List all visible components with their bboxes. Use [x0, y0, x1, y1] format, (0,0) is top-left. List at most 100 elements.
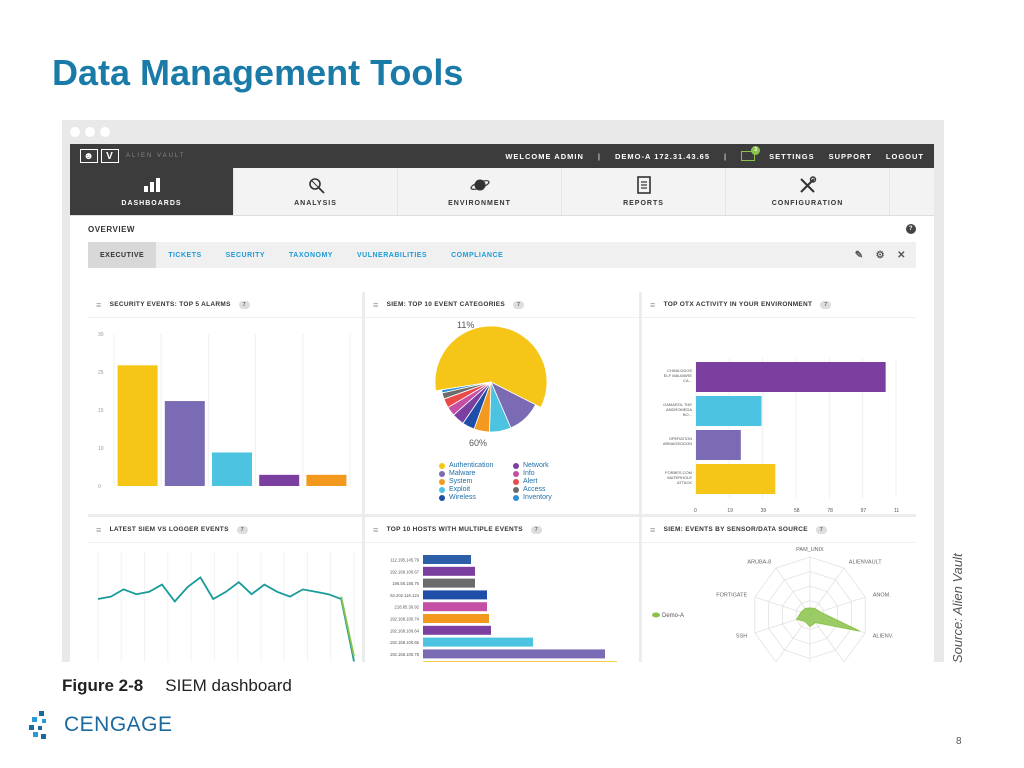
pie-annotation: 11% — [457, 320, 474, 330]
menu-icon[interactable]: ≡ — [373, 300, 379, 310]
radar-axis-label: SSH — [736, 633, 747, 639]
subtab-tickets[interactable]: TICKETS — [156, 242, 213, 268]
y-tick-label: 25 — [98, 370, 104, 376]
legend-item[interactable]: Info — [513, 470, 587, 477]
planet-icon — [469, 179, 490, 191]
panel-sensor-sources: ≡ SIEM: EVENTS BY SENSOR/DATA SOURCE 7 PAM… — [642, 517, 916, 662]
panel-badge[interactable]: 7 — [820, 300, 832, 309]
host-text: DEMO-A 172.31.43.65 — [615, 151, 711, 161]
help-icon[interactable]: ? — [906, 224, 916, 234]
nav-tab-label: DASHBOARDS — [121, 200, 182, 207]
legend-label: Alert — [523, 478, 538, 485]
legend-item[interactable]: Wireless — [439, 494, 513, 501]
y-tick-label: 15 — [98, 408, 104, 414]
bar-chart-icon — [143, 178, 160, 192]
x-tick-label: 78 — [827, 508, 833, 514]
legend-item[interactable]: Exploit — [439, 486, 513, 493]
mail-icon[interactable]: 3 — [741, 146, 761, 161]
window-dot-close[interactable] — [70, 127, 80, 137]
subtab-compliance[interactable]: COMPLIANCE — [439, 242, 515, 268]
menu-icon[interactable]: ≡ — [96, 525, 102, 535]
nav-tab-label: ENVIRONMENT — [448, 200, 511, 207]
legend-label: Inventory — [523, 494, 552, 501]
alarm-bar — [117, 365, 158, 486]
panel-badge[interactable]: 7 — [530, 525, 542, 534]
legend-item[interactable]: System — [439, 478, 513, 485]
legend-item[interactable]: Alert — [513, 478, 587, 485]
legend-label: Access — [523, 486, 546, 493]
brand-name: CENGAGE — [64, 713, 173, 736]
legend-swatch — [513, 478, 519, 485]
subtab-taxonomy[interactable]: TAXONOMY — [277, 242, 345, 268]
nav-tab-label: ANALYSIS — [294, 200, 337, 207]
radar-axis-label: FORTIGATE — [716, 593, 747, 599]
settings-link[interactable]: SETTINGS — [769, 152, 815, 161]
radar-axis-label: ANOM. — [873, 593, 892, 599]
menu-icon[interactable]: ≡ — [650, 525, 656, 535]
host-label: 192.168.100.67 — [390, 569, 420, 574]
otx-bar — [696, 362, 886, 392]
host-label: 192.168.100.74 — [390, 617, 420, 622]
menu-icon[interactable]: ≡ — [96, 300, 102, 310]
cengage-mark-icon — [29, 711, 46, 739]
panel-badge[interactable]: 7 — [513, 300, 525, 309]
legend-item[interactable]: Authentication — [439, 462, 513, 469]
radar-legend-label: Demo-A — [662, 613, 684, 619]
nav-tab-configuration[interactable]: CONFIGURATION — [726, 168, 890, 215]
otx-bar — [696, 464, 776, 494]
document-icon — [636, 176, 651, 194]
nav-tab-dashboards[interactable]: DASHBOARDS — [70, 168, 234, 215]
menu-icon[interactable]: ≡ — [650, 300, 656, 310]
legend-label: Info — [523, 470, 535, 477]
radar-axis-label: ALIENVAULT — [849, 560, 882, 566]
host-bar — [423, 555, 471, 564]
divider: | — [724, 151, 728, 161]
host-bar — [423, 566, 475, 576]
nav-tab-environment[interactable]: ENVIRONMENT — [398, 168, 562, 215]
legend-swatch — [439, 486, 445, 493]
panel-badge[interactable]: 7 — [815, 525, 827, 534]
window-dot-minimize[interactable] — [85, 127, 95, 137]
pencil-icon[interactable]: ✎ — [855, 250, 864, 261]
legend-label: Network — [523, 462, 549, 469]
nav-tab-reports[interactable]: REPORTS — [562, 168, 726, 215]
legend-item[interactable]: Malware — [439, 470, 513, 477]
legend-swatch — [513, 470, 519, 477]
y-tick-label: 0 — [98, 484, 101, 490]
y-tick-label: 30 — [98, 332, 104, 338]
legend-item[interactable]: Access — [513, 486, 587, 493]
welcome-text: WELCOME ADMIN — [505, 151, 584, 161]
logout-link[interactable]: LOGOUT — [886, 152, 924, 161]
figure-text: SIEM dashboard — [165, 676, 292, 695]
alarm-bar — [212, 452, 252, 486]
legend-swatch — [439, 478, 445, 485]
menu-icon[interactable]: ≡ — [373, 525, 379, 535]
cengage-logo: CENGAGE — [28, 710, 173, 740]
panel-badge[interactable]: 7 — [238, 300, 250, 309]
alienvault-logo[interactable]: ☻ V ALIEN VAULT — [80, 149, 185, 163]
gear-icon[interactable]: ⚙ — [876, 250, 885, 261]
window-dot-maximize[interactable] — [100, 127, 110, 137]
v-logo-icon: V — [101, 149, 119, 163]
category-label: ARMAGEDDON — [663, 441, 692, 446]
legend-item[interactable]: Network — [513, 462, 587, 469]
divider: | — [597, 151, 601, 161]
mail-count-badge: 3 — [751, 146, 761, 155]
logger-series-line — [340, 596, 355, 657]
panel-event-categories: ≡ SIEM: TOP 10 EVENT CATEGORIES 7 11% 60% A… — [365, 292, 639, 514]
nav-tab-analysis[interactable]: ANALYSIS — [234, 168, 398, 215]
support-link[interactable]: SUPPORT — [829, 152, 872, 161]
hosts-bar-chart: 112.195.145.79 192.168.100.67 198.55.185.7… — [390, 555, 617, 662]
subtab-security[interactable]: SECURITY — [214, 242, 277, 268]
subtab-executive[interactable]: EXECUTIVE — [88, 242, 157, 268]
panel-logger-events: ≡ LATEST SIEM VS LOGGER EVENTS 7 — [88, 517, 362, 662]
expand-icon[interactable]: ✕ — [897, 250, 906, 261]
legend-label: Wireless — [449, 494, 476, 501]
dashboard-screenshot: ☻ V ALIEN VAULT WELCOME ADMIN | DEMO-A 1… — [62, 120, 944, 662]
panel-title: SIEM: EVENTS BY SENSOR/DATA SOURCE — [663, 526, 808, 533]
subtab-vulnerabilities[interactable]: VULNERABILITIES — [345, 242, 439, 268]
panel-badge[interactable]: 7 — [236, 525, 248, 534]
x-tick-label: 11 — [894, 508, 899, 514]
legend-item[interactable]: Inventory — [513, 494, 587, 501]
otx-bar — [696, 430, 741, 460]
